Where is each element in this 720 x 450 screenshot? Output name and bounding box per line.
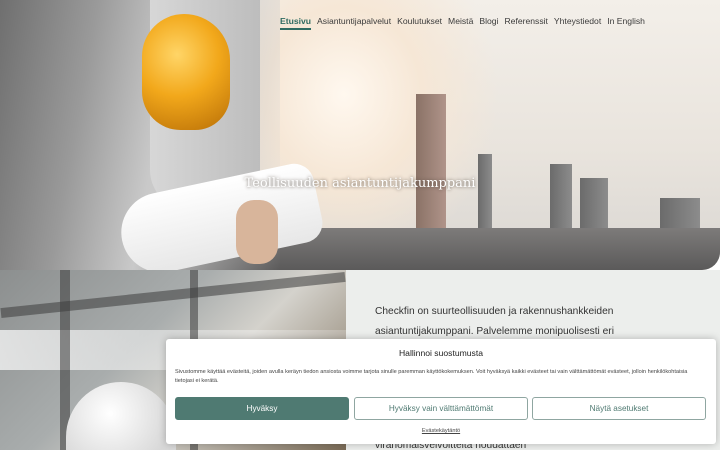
nav-item-etusivu[interactable]: Etusivu [280, 16, 312, 30]
worker-hand [236, 200, 278, 264]
main-navigation: Etusivu Asiantuntijapalvelut Koulutukset… [280, 16, 645, 30]
nav-item-meista[interactable]: Meistä [448, 16, 473, 30]
hero-banner: Teollisuuden asiantuntijakumppani [0, 0, 720, 270]
hero-title: Teollisuuden asiantuntijakumppani [0, 176, 720, 191]
intro-text: Checkfin on suurteollisuuden ja rakennus… [375, 306, 614, 337]
accept-all-button[interactable]: Hyväksy [175, 397, 349, 420]
show-settings-button[interactable]: Näytä asetukset [532, 397, 706, 420]
nav-item-in-english[interactable]: In English [607, 16, 645, 30]
cookie-policy-link[interactable]: Evästekäytäntö [166, 428, 716, 434]
hard-hat-image [142, 14, 230, 130]
nav-item-yhteystiedot[interactable]: Yhteystiedot [554, 16, 601, 30]
nav-item-referenssit[interactable]: Referenssit [504, 16, 547, 30]
cookie-dialog-text: Sivustomme käyttää evästeitä, joiden avu… [175, 369, 688, 384]
accept-necessary-button[interactable]: Hyväksy vain välttämättömät [354, 397, 528, 420]
hero-title-text: Teollisuuden asiantuntijakumppani [244, 176, 476, 191]
nav-item-asiantuntijapalvelut[interactable]: Asiantuntijapalvelut [317, 16, 391, 30]
cookie-dialog-title: Hallinnoi suostumusta [398, 348, 484, 358]
nav-item-blogi[interactable]: Blogi [479, 16, 498, 30]
factory-beam [0, 271, 346, 319]
white-hard-hat-image [66, 382, 176, 450]
nav-item-koulutukset[interactable]: Koulutukset [397, 16, 442, 30]
cookie-consent-dialog: Hallinnoi suostumusta Sivustomme käyttää… [166, 339, 716, 444]
